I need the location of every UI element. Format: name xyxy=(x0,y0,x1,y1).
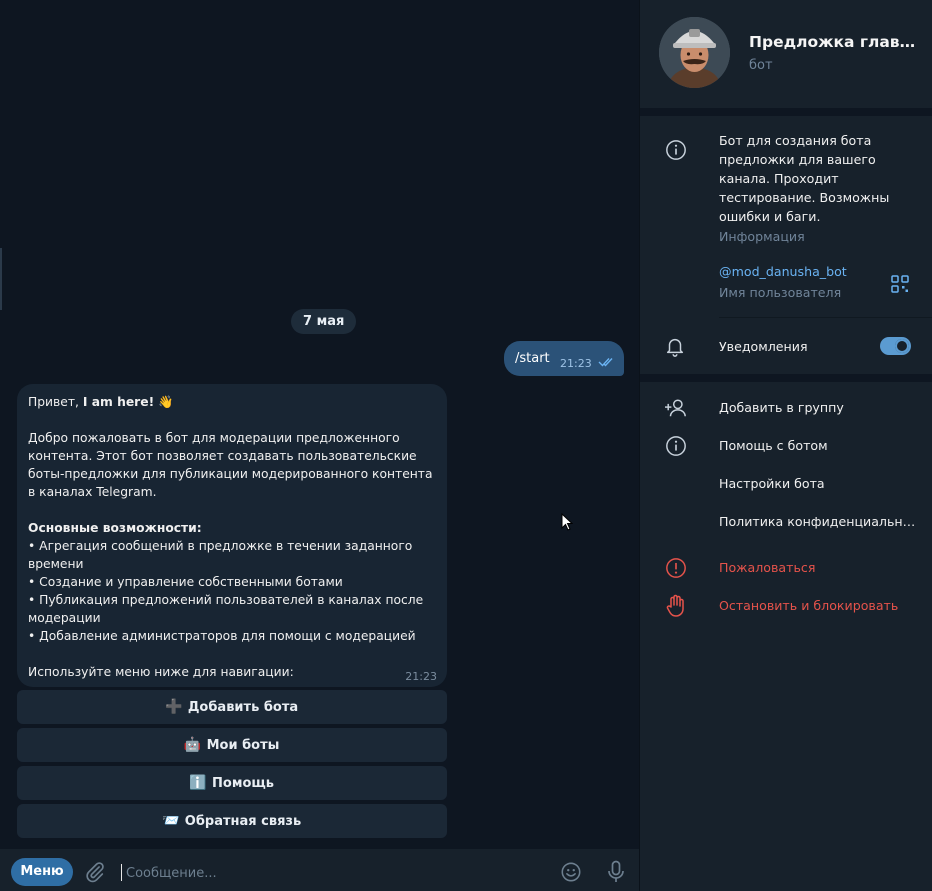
profile-panel: Предложка главн... бот Бот для создания … xyxy=(640,0,932,891)
text-caret xyxy=(121,864,122,881)
notifications-toggle[interactable] xyxy=(880,337,911,355)
envelope-icon: 📨 xyxy=(162,813,180,829)
footer-text: Используйте меню ниже для навигации: xyxy=(28,665,294,679)
my-bots-button[interactable]: 🤖 Мои боты xyxy=(17,728,447,762)
info-icon: ℹ️ xyxy=(189,775,207,791)
add-bot-button[interactable]: ➕ Добавить бота xyxy=(17,690,447,724)
bot-description: Бот для создания бота предложки для ваше… xyxy=(719,133,890,224)
feature-item: • Агрегация сообщений в предложке в тече… xyxy=(28,539,413,571)
message-input[interactable] xyxy=(124,859,548,887)
help-button[interactable]: ℹ️ Помощь xyxy=(17,766,447,800)
incoming-message[interactable]: Привет, I am here! 👋 Добро пожаловать в … xyxy=(17,384,447,687)
emoji-icon[interactable] xyxy=(560,861,582,883)
feedback-button-label: Обратная связь xyxy=(184,813,302,829)
feature-item: • Создание и управление собственными бот… xyxy=(28,575,343,589)
info-icon xyxy=(666,436,686,456)
greeting-bold: I am here! xyxy=(82,395,155,409)
username-caption: Имя пользователя xyxy=(719,285,842,300)
info-icon xyxy=(666,140,686,160)
stop-and-block-item[interactable]: Остановить и блокировать xyxy=(719,598,921,613)
bot-settings-item[interactable]: Настройки бота xyxy=(719,476,921,491)
outgoing-message-time: 21:23 xyxy=(560,357,592,370)
greeting-prefix: Привет, xyxy=(28,395,83,409)
avatar-illustration-icon xyxy=(659,17,730,88)
plus-icon: ➕ xyxy=(165,699,183,715)
bot-help-item[interactable]: Помощь с ботом xyxy=(719,438,921,453)
menu-button[interactable]: Меню xyxy=(11,858,73,886)
intro-paragraph: Добро пожаловать в бот для модерации пре… xyxy=(28,431,433,499)
section-separator xyxy=(640,108,932,116)
message-composer: Меню xyxy=(0,849,639,891)
description-caption: Информация xyxy=(719,229,805,244)
outgoing-message-text: /start xyxy=(515,351,550,366)
bot-username[interactable]: @mod_danusha_bot xyxy=(719,264,847,279)
divider xyxy=(719,317,932,318)
add-user-icon xyxy=(665,399,686,417)
incoming-message-time: 21:23 xyxy=(405,670,437,683)
scroll-indicator[interactable] xyxy=(0,248,2,310)
warning-icon xyxy=(666,558,686,578)
hand-stop-icon xyxy=(666,594,684,617)
date-separator: 7 мая xyxy=(291,309,357,334)
bot-avatar[interactable] xyxy=(659,17,730,88)
features-title: Основные возможности: xyxy=(28,521,202,535)
qr-code-icon[interactable] xyxy=(891,275,909,293)
toggle-knob xyxy=(895,339,909,353)
add-to-group-item[interactable]: Добавить в группу xyxy=(719,400,921,415)
read-receipt-icon xyxy=(598,358,613,367)
wave-emoji-icon: 👋 xyxy=(158,395,174,409)
microphone-icon[interactable] xyxy=(606,860,626,884)
my-bots-button-label: Мои боты xyxy=(206,737,280,753)
report-item[interactable]: Пожаловаться xyxy=(719,560,921,575)
mouse-pointer-icon xyxy=(561,513,573,531)
incoming-message-text: Привет, I am here! 👋 Добро пожаловать в … xyxy=(28,393,440,681)
robot-icon: 🤖 xyxy=(183,737,202,753)
bot-type-label: бот xyxy=(749,58,773,73)
feedback-button[interactable]: 📨 Обратная связь xyxy=(17,804,447,838)
chat-area: 7 мая /start 21:23 Привет, I am here! 👋 … xyxy=(0,0,639,891)
bell-icon xyxy=(666,338,684,357)
bot-name: Предложка главн... xyxy=(749,33,919,51)
section-separator xyxy=(640,374,932,382)
privacy-policy-item[interactable]: Политика конфиденциальност... xyxy=(719,514,921,529)
help-button-label: Помощь xyxy=(212,775,274,791)
feature-item: • Добавление администраторов для помощи … xyxy=(28,629,416,643)
feature-item: • Публикация предложений пользователей в… xyxy=(28,593,424,625)
outgoing-message[interactable]: /start 21:23 xyxy=(504,341,624,376)
paperclip-icon[interactable] xyxy=(84,861,106,883)
add-bot-button-label: Добавить бота xyxy=(187,699,299,715)
